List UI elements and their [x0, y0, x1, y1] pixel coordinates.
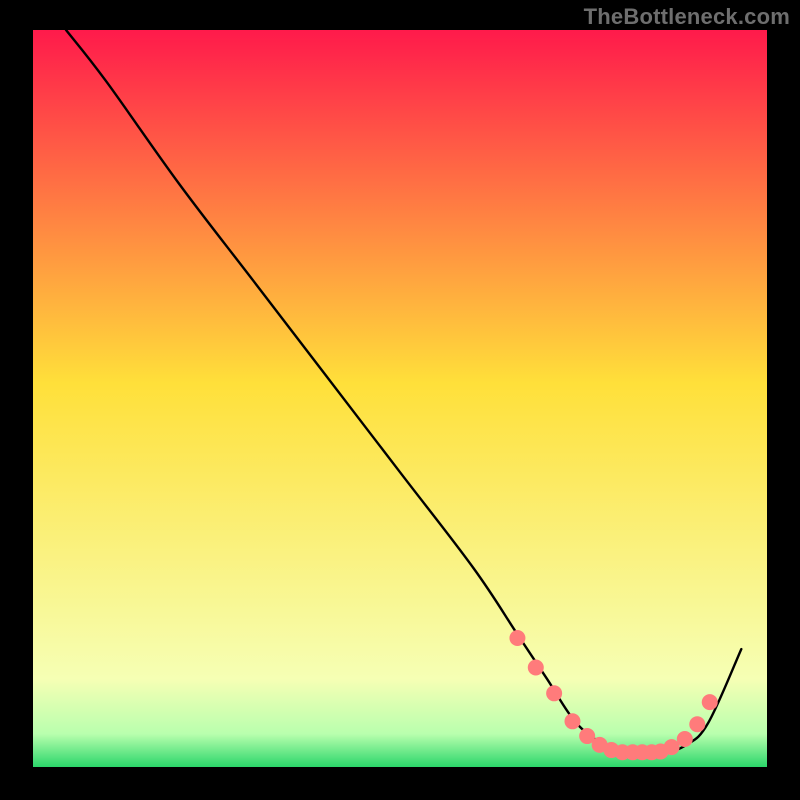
highlight-dot [689, 716, 705, 732]
bottleneck-chart [0, 0, 800, 800]
highlight-dot [564, 713, 580, 729]
highlight-dot [664, 739, 680, 755]
highlight-dot [546, 685, 562, 701]
highlight-dot [677, 731, 693, 747]
highlight-dot [509, 630, 525, 646]
chart-frame: TheBottleneck.com [0, 0, 800, 800]
highlight-dot [528, 660, 544, 676]
plot-background [33, 30, 767, 767]
highlight-dot [702, 694, 718, 710]
